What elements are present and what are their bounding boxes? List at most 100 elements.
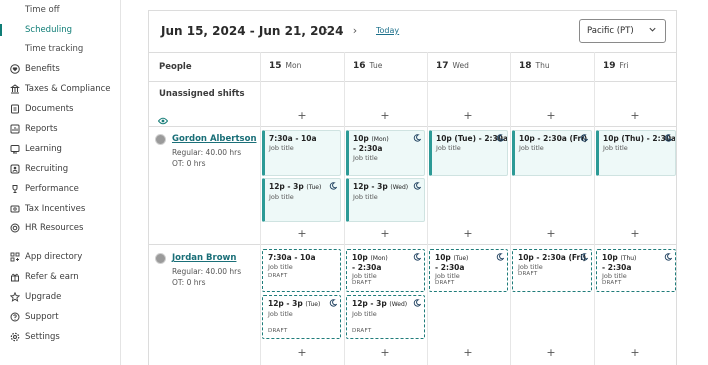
add-shift-button[interactable]: + xyxy=(378,346,392,360)
next-week-button[interactable]: › xyxy=(348,23,362,39)
shift-start: 12p - 3p xyxy=(352,299,387,308)
prev-week-button[interactable]: ‹ xyxy=(319,23,333,39)
sidebar-item-settings[interactable]: Settings xyxy=(9,330,60,344)
draft-shift-card[interactable]: 10p - 2:30a (Fri) Job title DRAFT xyxy=(512,249,592,292)
shift-time: 10p - 2:30a (Fri) xyxy=(518,253,587,262)
moon-icon xyxy=(413,253,421,261)
regular-hours: Regular: 40.00 hrs xyxy=(172,148,242,157)
help-icon xyxy=(9,312,20,323)
moon-icon xyxy=(413,134,421,142)
sidebar-item-refer-earn[interactable]: Refer & earn xyxy=(9,270,79,284)
timezone-value: Pacific (PT) xyxy=(587,26,634,36)
day-number: 17 xyxy=(436,61,449,71)
shift-card[interactable]: 7:30a - 10a Job title xyxy=(262,130,341,176)
add-shift-button[interactable]: + xyxy=(461,109,475,123)
shift-card[interactable]: 10p (Tue) - 2:30a Job title xyxy=(429,130,508,176)
sidebar-item-hr-resources[interactable]: HR Resources xyxy=(9,221,83,235)
day-header: 18 Thu xyxy=(519,61,550,71)
unassigned-shifts-label: Unassigned shifts xyxy=(159,89,245,99)
add-shift-button[interactable]: + xyxy=(544,227,558,241)
moon-icon xyxy=(664,253,672,261)
shift-card[interactable]: 10p - 2:30a (Fri) Job title xyxy=(512,130,592,176)
shift-day: (Thu) xyxy=(620,255,637,262)
grid-line xyxy=(344,52,345,365)
eye-icon[interactable] xyxy=(157,110,169,129)
timezone-select[interactable]: Pacific (PT) xyxy=(579,19,666,43)
add-shift-button[interactable]: + xyxy=(295,227,309,241)
sidebar-item-support[interactable]: Support xyxy=(9,310,59,324)
sidebar-item-label: Performance xyxy=(25,184,79,194)
shift-card[interactable]: 10p (Thu) - 2:30a Job title xyxy=(596,130,676,176)
sidebar-item-time-tracking[interactable]: Time tracking xyxy=(25,44,83,54)
sidebar-item-reports[interactable]: Reports xyxy=(9,122,58,136)
add-shift-button[interactable]: + xyxy=(628,346,642,360)
add-shift-button[interactable]: + xyxy=(544,109,558,123)
sidebar-item-performance[interactable]: Performance xyxy=(9,182,79,196)
sidebar-item-upgrade[interactable]: Upgrade xyxy=(9,290,61,304)
shift-card[interactable]: 12p - 3p (Tue) Job title xyxy=(262,178,341,222)
draft-label: DRAFT xyxy=(352,280,372,286)
grid-line xyxy=(427,52,428,365)
add-shift-button[interactable]: + xyxy=(378,227,392,241)
shift-job-title: Job title xyxy=(352,310,377,318)
shift-day: (Mon) xyxy=(371,136,389,143)
heart-icon xyxy=(9,64,20,75)
avatar xyxy=(155,134,166,145)
day-weekday: Fri xyxy=(619,61,629,70)
today-link[interactable]: Today xyxy=(376,26,399,35)
shift-time: 12p - 3p (Wed) xyxy=(352,299,420,309)
sidebar-item-recruiting[interactable]: Recruiting xyxy=(9,162,68,176)
sidebar-item-label: HR Resources xyxy=(25,223,84,233)
day-number: 15 xyxy=(269,61,282,71)
draft-shift-card[interactable]: 12p - 3p (Wed) Job title DRAFT xyxy=(346,295,425,339)
draft-shift-card[interactable]: 12p - 3p (Tue) Job title DRAFT xyxy=(262,295,341,339)
add-shift-button[interactable]: + xyxy=(378,109,392,123)
draft-shift-card[interactable]: 10p (Tue) - 2:30a Job title DRAFT xyxy=(429,249,508,292)
sidebar-item-scheduling[interactable]: Scheduling xyxy=(25,25,72,35)
sidebar-item-label: Support xyxy=(25,312,59,322)
add-shift-button[interactable]: + xyxy=(628,227,642,241)
add-shift-button[interactable]: + xyxy=(544,346,558,360)
day-number: 19 xyxy=(603,61,616,71)
shift-time: 12p - 3p (Tue) xyxy=(269,182,336,192)
sidebar-item-documents[interactable]: Documents xyxy=(9,102,73,116)
moon-icon xyxy=(496,253,504,261)
add-shift-button[interactable]: + xyxy=(628,109,642,123)
shift-card[interactable]: 10p (Mon) - 2:30a Job title xyxy=(346,130,425,176)
sidebar-item-tax-incentives[interactable]: Tax Incentives xyxy=(9,202,85,216)
draft-shift-card[interactable]: 7:30a - 10a Job title DRAFT xyxy=(262,249,341,292)
person-name-link[interactable]: Jordan Brown xyxy=(172,253,236,263)
day-header: 16 Tue xyxy=(353,61,382,71)
shift-job-title: Job title xyxy=(353,193,378,201)
sidebar-item-app-directory[interactable]: App directory xyxy=(9,250,82,264)
shift-card[interactable]: 12p - 3p (Wed) Job title xyxy=(346,178,425,222)
add-shift-button[interactable]: + xyxy=(461,227,475,241)
day-number: 18 xyxy=(519,61,532,71)
shift-day: (Mon) xyxy=(370,255,388,262)
sidebar-item-benefits[interactable]: Benefits xyxy=(9,62,60,76)
moon-icon xyxy=(413,182,421,190)
sidebar-item-taxes[interactable]: Taxes & Compliance xyxy=(9,82,111,96)
sidebar-item-time-off[interactable]: Time off xyxy=(25,5,60,15)
sidebar-item-label: App directory xyxy=(25,252,83,262)
shift-time: 10p (Thu) - 2:30a xyxy=(603,134,676,143)
shift-start: 10p xyxy=(435,253,451,262)
draft-shift-card[interactable]: 10p (Mon) - 2:30a Job title DRAFT xyxy=(346,249,425,292)
shift-job-title: Job title xyxy=(519,144,544,152)
add-shift-button[interactable]: + xyxy=(295,109,309,123)
draft-shift-card[interactable]: 10p (Thu) - 2:30a Job title DRAFT xyxy=(596,249,676,292)
person-name-link[interactable]: Gordon Albertson xyxy=(172,134,257,144)
shift-time: 10p - 2:30a (Fri) xyxy=(519,134,588,143)
shift-time: 10p (Mon) xyxy=(353,134,420,144)
sidebar-item-label: Settings xyxy=(25,332,60,342)
shift-start: 12p - 3p xyxy=(353,182,388,191)
day-header: 17 Wed xyxy=(436,61,469,71)
add-shift-button[interactable]: + xyxy=(461,346,475,360)
shift-time: 10p (Tue) xyxy=(435,253,503,263)
trophy-icon xyxy=(9,184,20,195)
day-weekday: Wed xyxy=(452,61,469,70)
moon-icon xyxy=(580,134,588,142)
add-shift-button[interactable]: + xyxy=(295,346,309,360)
sidebar-item-learning[interactable]: Learning xyxy=(9,142,62,156)
shift-day: (Tue) xyxy=(453,255,469,262)
